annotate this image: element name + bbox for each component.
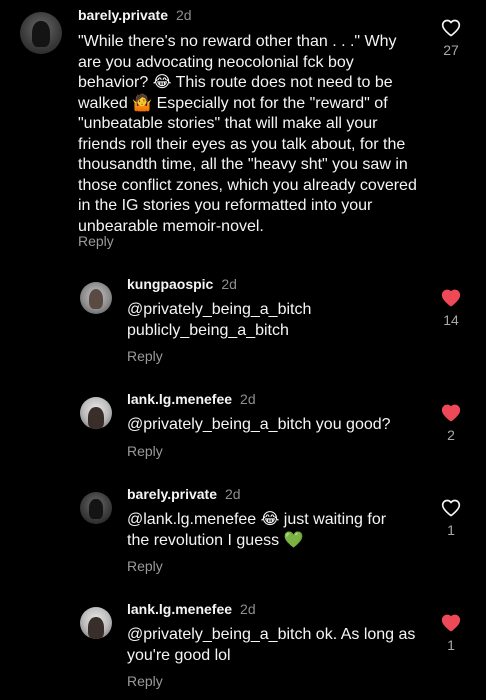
heart-icon[interactable] [440,18,462,38]
avatar[interactable] [80,282,112,314]
reply-button[interactable]: Reply [127,348,163,364]
comment-text: @lank.lg.menefee 😂 just waiting for the … [127,511,387,549]
reply-button[interactable]: Reply [127,558,163,574]
username[interactable]: kungpaospic [127,276,213,292]
timestamp: 2d [225,486,241,502]
heart-icon[interactable] [440,498,462,518]
comment-text: @privately_being_a_bitch ok. As long as … [127,626,416,664]
comment-header: barely.private 2d [127,486,241,502]
reply-button[interactable]: Reply [127,443,163,459]
comment-text: @privately_being_a_bitch you good? [127,416,391,433]
username[interactable]: barely.private [78,7,168,23]
heart-icon[interactable] [440,288,462,308]
reply-comment-item: lank.lg.menefee 2d @privately_being_a_bit… [0,595,486,700]
avatar-figure [88,499,104,519]
avatar-figure [87,406,105,429]
avatar[interactable] [80,607,112,639]
comment-item: barely.private 2d "While there's no rewar… [0,0,486,260]
username[interactable]: barely.private [127,486,217,502]
reply-button[interactable]: Reply [127,673,163,689]
like-count: 14 [443,312,459,328]
reply-comment-item: barely.private 2d @lank.lg.menefee 😂 just… [0,480,486,590]
username[interactable]: lank.lg.menefee [127,601,232,617]
timestamp: 2d [240,391,256,407]
comment-header: lank.lg.menefee 2d [127,601,256,617]
avatar-figure [88,289,104,309]
timestamp: 2d [176,7,192,23]
comment-header: kungpaospic 2d [127,276,237,292]
comment-text: "While there's no reward other than . . … [78,33,417,235]
like-count: 1 [447,522,455,538]
comment-text: @privately_being_a_bitch publicly_being_… [127,301,312,339]
avatar[interactable] [80,397,112,429]
comment-header: lank.lg.menefee 2d [127,391,256,407]
avatar-figure [31,21,51,48]
avatar[interactable] [20,12,62,54]
avatar-figure [87,616,105,639]
like-count: 2 [447,427,455,443]
timestamp: 2d [240,601,256,617]
comment-header: barely.private 2d [78,7,192,23]
reply-comment-item: lank.lg.menefee 2d @privately_being_a_bit… [0,385,486,480]
heart-icon[interactable] [440,403,462,423]
username[interactable]: lank.lg.menefee [127,391,232,407]
like-count: 1 [447,637,455,653]
like-count: 27 [443,42,459,58]
heart-icon[interactable] [440,613,462,633]
avatar[interactable] [80,492,112,524]
reply-comment-item: kungpaospic 2d @privately_being_a_bitch p… [0,270,486,380]
reply-button[interactable]: Reply [78,233,114,249]
timestamp: 2d [221,276,237,292]
